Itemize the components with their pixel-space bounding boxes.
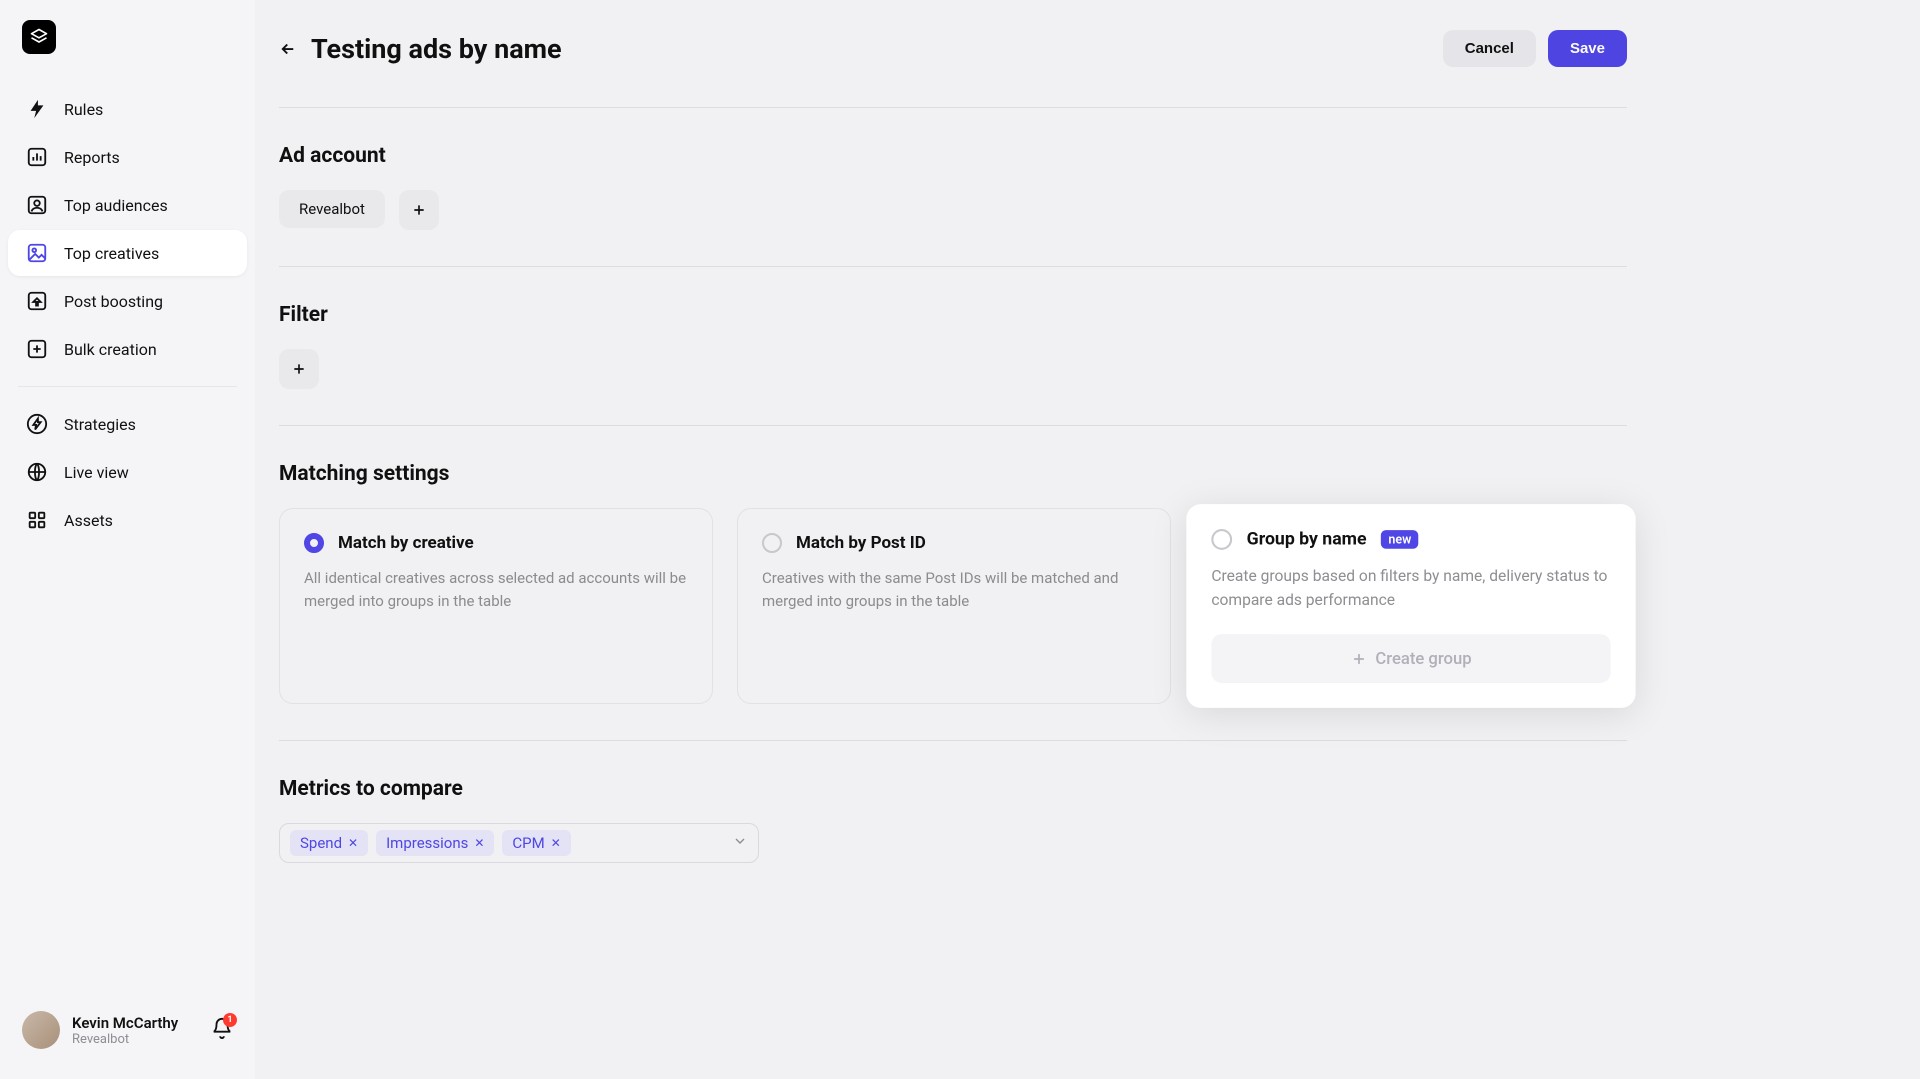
- main: Testing ads by name Cancel Save Ad accou…: [255, 0, 1920, 1079]
- bolt-icon: [26, 98, 48, 120]
- plus-square-icon: [26, 338, 48, 360]
- remove-tag-icon[interactable]: ✕: [348, 836, 358, 850]
- section-title: Filter: [279, 303, 1627, 327]
- section-title: Ad account: [279, 144, 1627, 168]
- save-button[interactable]: Save: [1548, 30, 1627, 67]
- create-group-label: Create group: [1375, 649, 1471, 669]
- sidebar-item-label: Strategies: [64, 415, 136, 434]
- plus-icon: [411, 202, 427, 218]
- back-button[interactable]: [279, 40, 297, 58]
- section-matching: Matching settings Match by creative All …: [279, 425, 1627, 740]
- section-filter: Filter: [279, 266, 1627, 425]
- notifications-button[interactable]: 1: [211, 1017, 233, 1043]
- option-desc: Creatives with the same Post IDs will be…: [762, 567, 1146, 612]
- page-title: Testing ads by name: [311, 33, 1443, 65]
- metrics-select[interactable]: Spend ✕ Impressions ✕ CPM ✕: [279, 823, 759, 863]
- sidebar-item-label: Top audiences: [64, 196, 168, 215]
- metric-tag-label: Spend: [300, 834, 342, 852]
- section-title: Matching settings: [279, 462, 1627, 486]
- section-metrics: Metrics to compare Spend ✕ Impressions ✕…: [279, 740, 1627, 899]
- remove-tag-icon[interactable]: ✕: [474, 836, 484, 850]
- sidebar-item-assets[interactable]: Assets: [8, 497, 247, 543]
- create-group-button[interactable]: Create group: [1211, 634, 1610, 683]
- sidebar-item-label: Post boosting: [64, 292, 163, 311]
- nav: Rules Reports Top audiences Top creative…: [8, 84, 247, 1001]
- grid-icon: [26, 509, 48, 531]
- sidebar-item-reports[interactable]: Reports: [8, 134, 247, 180]
- sidebar-item-live-view[interactable]: Live view: [8, 449, 247, 495]
- sidebar-item-label: Rules: [64, 100, 103, 119]
- user-name: Kevin McCarthy: [72, 1014, 199, 1032]
- arrow-left-icon: [279, 40, 297, 58]
- logo-icon: [29, 27, 49, 47]
- bolt-circle-icon: [26, 413, 48, 435]
- plus-icon: [291, 361, 307, 377]
- matching-option-post-id[interactable]: Match by Post ID Creatives with the same…: [737, 508, 1171, 704]
- user-area[interactable]: Kevin McCarthy Revealbot 1: [8, 1001, 247, 1059]
- section-title: Metrics to compare: [279, 777, 1627, 801]
- image-icon: [26, 242, 48, 264]
- user-square-icon: [26, 194, 48, 216]
- matching-option-group-by-name[interactable]: Group by name new Create groups based on…: [1186, 504, 1635, 708]
- sidebar-item-post-boosting[interactable]: Post boosting: [8, 278, 247, 324]
- arrow-up-square-icon: [26, 290, 48, 312]
- sidebar-item-bulk-creation[interactable]: Bulk creation: [8, 326, 247, 372]
- globe-icon: [26, 461, 48, 483]
- option-label: Match by creative: [338, 533, 474, 553]
- radio-group-by-name[interactable]: [1211, 529, 1232, 550]
- option-label: Group by name: [1247, 529, 1367, 550]
- user-info: Kevin McCarthy Revealbot: [72, 1014, 199, 1047]
- app-logo[interactable]: [22, 20, 56, 54]
- metric-tag[interactable]: Impressions ✕: [376, 830, 494, 856]
- avatar: [22, 1011, 60, 1049]
- sidebar-item-label: Live view: [64, 463, 129, 482]
- remove-tag-icon[interactable]: ✕: [551, 836, 561, 850]
- chevron-down-icon: [732, 833, 748, 853]
- sidebar-item-label: Reports: [64, 148, 120, 167]
- new-badge: new: [1381, 530, 1418, 549]
- option-desc: All identical creatives across selected …: [304, 567, 688, 612]
- sidebar-item-strategies[interactable]: Strategies: [8, 401, 247, 447]
- option-label: Match by Post ID: [796, 533, 926, 553]
- metric-tag-label: Impressions: [386, 834, 468, 852]
- sidebar: Rules Reports Top audiences Top creative…: [0, 0, 255, 1079]
- add-filter-button[interactable]: [279, 349, 319, 389]
- ad-account-chip[interactable]: Revealbot: [279, 190, 385, 228]
- nav-divider: [18, 386, 237, 387]
- sidebar-item-label: Bulk creation: [64, 340, 157, 359]
- metric-tag[interactable]: CPM ✕: [502, 830, 570, 856]
- chart-icon: [26, 146, 48, 168]
- matching-option-creative[interactable]: Match by creative All identical creative…: [279, 508, 713, 704]
- sidebar-item-top-audiences[interactable]: Top audiences: [8, 182, 247, 228]
- radio-match-by-post-id[interactable]: [762, 533, 782, 553]
- cancel-button[interactable]: Cancel: [1443, 30, 1536, 67]
- sidebar-item-rules[interactable]: Rules: [8, 86, 247, 132]
- plus-icon: [1350, 650, 1367, 667]
- sidebar-item-label: Assets: [64, 511, 113, 530]
- header: Testing ads by name Cancel Save: [279, 30, 1627, 67]
- sidebar-item-label: Top creatives: [64, 244, 159, 263]
- user-org: Revealbot: [72, 1032, 199, 1047]
- section-ad-account: Ad account Revealbot: [279, 107, 1627, 266]
- metric-tag[interactable]: Spend ✕: [290, 830, 368, 856]
- sidebar-item-top-creatives[interactable]: Top creatives: [8, 230, 247, 276]
- radio-match-by-creative[interactable]: [304, 533, 324, 553]
- metric-tag-label: CPM: [512, 834, 544, 852]
- notification-badge: 1: [223, 1013, 237, 1027]
- option-desc: Create groups based on filters by name, …: [1211, 564, 1610, 611]
- add-ad-account-button[interactable]: [399, 190, 439, 230]
